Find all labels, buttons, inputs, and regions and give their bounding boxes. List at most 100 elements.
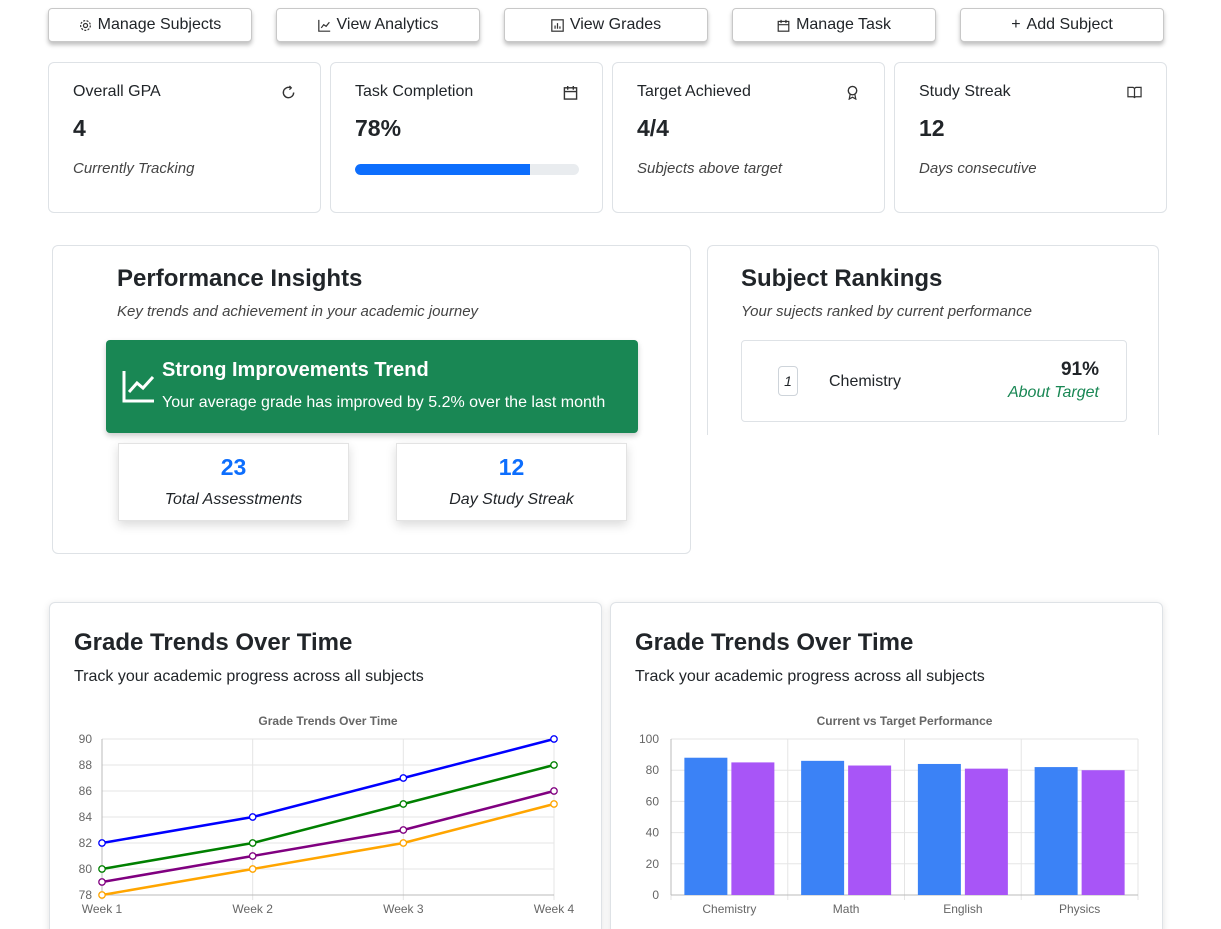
- y-tick-label: 88: [79, 758, 93, 772]
- bar-0: [684, 757, 728, 895]
- x-tick-label: Math: [833, 902, 860, 916]
- stat-subtext: Currently Tracking: [73, 160, 195, 177]
- study-streak-tile: 12 Day Study Streak: [396, 443, 627, 521]
- x-tick-label: English: [943, 902, 982, 916]
- subject-rankings-card: Subject Rankings Your sujects ranked by …: [707, 245, 1159, 435]
- stats-row: Overall GPA 4 Currently Tracking Task Co…: [48, 62, 1167, 213]
- y-tick-label: 84: [79, 810, 93, 824]
- target-achieved-card: Target Achieved 4/4 Subjects above targe…: [612, 62, 885, 213]
- data-point: [98, 878, 106, 886]
- bar-1: [848, 765, 892, 895]
- grade-trends-line-card: Grade Trends Over Time Track your academ…: [49, 602, 602, 929]
- data-point: [98, 865, 106, 873]
- manage-subjects-button[interactable]: Manage Subjects: [48, 8, 252, 42]
- add-subject-label: Add Subject: [1026, 16, 1113, 33]
- data-point: [248, 813, 257, 821]
- gear-icon: [79, 19, 91, 31]
- bar-chart-icon: [551, 18, 564, 32]
- y-tick-label: 20: [646, 857, 660, 871]
- x-tick-label: Week 3: [383, 902, 424, 916]
- bar-0: [1034, 767, 1078, 895]
- bar-1: [1081, 770, 1125, 895]
- view-analytics-label: View Analytics: [336, 16, 439, 33]
- bar-chart: Current vs Target Performance 0 20 40 60 80 10…: [639, 714, 1139, 916]
- stat-subtext: Days consecutive: [919, 160, 1037, 177]
- data-point: [248, 852, 257, 860]
- task-completion-card: Task Completion 78%: [330, 62, 603, 213]
- total-assessments-tile: 23 Total Assesstments: [118, 443, 349, 521]
- data-point: [550, 735, 558, 743]
- trend-banner: Strong Improvements Trend Your average g…: [106, 340, 638, 433]
- bar-0: [801, 760, 845, 895]
- ranking-list-item[interactable]: 1 Chemistry 91% About Target: [741, 340, 1127, 422]
- data-point: [399, 800, 408, 808]
- view-analytics-button[interactable]: View Analytics: [276, 8, 480, 42]
- y-tick-label: 78: [79, 888, 93, 902]
- y-tick-label: 80: [79, 862, 93, 876]
- manage-task-button[interactable]: Manage Task: [732, 8, 936, 42]
- chart-title: Grade Trends Over Time: [258, 714, 397, 728]
- task-progress-bar: [355, 164, 579, 175]
- insights-subtitle: Key trends and achievement in your acade…: [117, 303, 479, 320]
- data-point: [550, 787, 558, 795]
- mini-label: Day Study Streak: [449, 491, 574, 508]
- data-point: [98, 891, 106, 899]
- data-point: [550, 800, 558, 808]
- y-tick-label: 90: [79, 732, 93, 746]
- x-tick-label: Week 4: [534, 902, 575, 916]
- data-point: [248, 839, 257, 847]
- grade-trends-bar-card: Grade Trends Over Time Track your academ…: [610, 602, 1163, 929]
- y-tick-label: 0: [652, 888, 659, 902]
- calendar-icon: [563, 85, 578, 100]
- y-tick-label: 82: [79, 836, 93, 850]
- stat-label: Task Completion: [355, 83, 474, 100]
- rank-badge: 1: [778, 366, 798, 396]
- line-chart: Grade Trends Over Time 78 80 82 84 86 88 90 Week…: [79, 714, 575, 916]
- manage-subjects-label: Manage Subjects: [97, 16, 222, 33]
- data-point: [399, 774, 408, 782]
- view-grades-label: View Grades: [569, 16, 662, 33]
- stat-value: 78%: [355, 115, 402, 141]
- progress-fill: [355, 164, 530, 175]
- stat-label: Overall GPA: [73, 83, 161, 100]
- book-icon: [1127, 86, 1142, 99]
- action-toolbar: Manage Subjects View Analytics View Grad…: [48, 8, 1164, 42]
- data-point: [399, 839, 408, 847]
- view-grades-button[interactable]: View Grades: [504, 8, 708, 42]
- series-line-3: [101, 802, 555, 897]
- y-tick-label: 100: [639, 732, 659, 746]
- overall-gpa-card: Overall GPA 4 Currently Tracking: [48, 62, 321, 213]
- performance-insights-card: Performance Insights Key trends and achi…: [52, 245, 691, 554]
- stat-value: 4: [73, 115, 86, 141]
- x-tick-label: Week 2: [232, 902, 273, 916]
- manage-task-label: Manage Task: [796, 16, 891, 33]
- plus-icon: +: [1011, 16, 1021, 33]
- line-chart-icon: [317, 19, 330, 32]
- stat-subtext: Subjects above target: [637, 160, 783, 177]
- bar-1: [964, 768, 1008, 895]
- insights-title: Performance Insights: [117, 265, 363, 292]
- add-subject-button[interactable]: + Add Subject: [960, 8, 1164, 42]
- award-icon: [847, 85, 858, 100]
- bar-0: [917, 763, 961, 895]
- trend-description: Your average grade has improved by 5.2% …: [162, 394, 606, 411]
- mini-value: 23: [220, 454, 247, 480]
- x-tick-label: Week 1: [82, 902, 123, 916]
- chart-title: Current vs Target Performance: [817, 714, 993, 728]
- x-tick-label: Chemistry: [702, 902, 756, 916]
- calendar-icon: [777, 19, 790, 32]
- subject-percent: 91%: [1060, 359, 1099, 380]
- data-point: [550, 761, 558, 769]
- trend-title: Strong Improvements Trend: [162, 359, 429, 381]
- y-tick-label: 86: [79, 784, 93, 798]
- data-point: [248, 865, 257, 873]
- rankings-subtitle: Your sujects ranked by current performan…: [741, 303, 1032, 320]
- data-point: [98, 839, 106, 847]
- x-tick-label: Physics: [1059, 902, 1100, 916]
- series-line-2: [101, 789, 555, 884]
- study-streak-card: Study Streak 12 Days consecutive: [894, 62, 1167, 213]
- mini-label: Total Assesstments: [164, 491, 303, 508]
- stat-label: Target Achieved: [637, 83, 751, 100]
- y-tick-label: 80: [646, 763, 660, 777]
- y-tick-label: 60: [646, 794, 660, 808]
